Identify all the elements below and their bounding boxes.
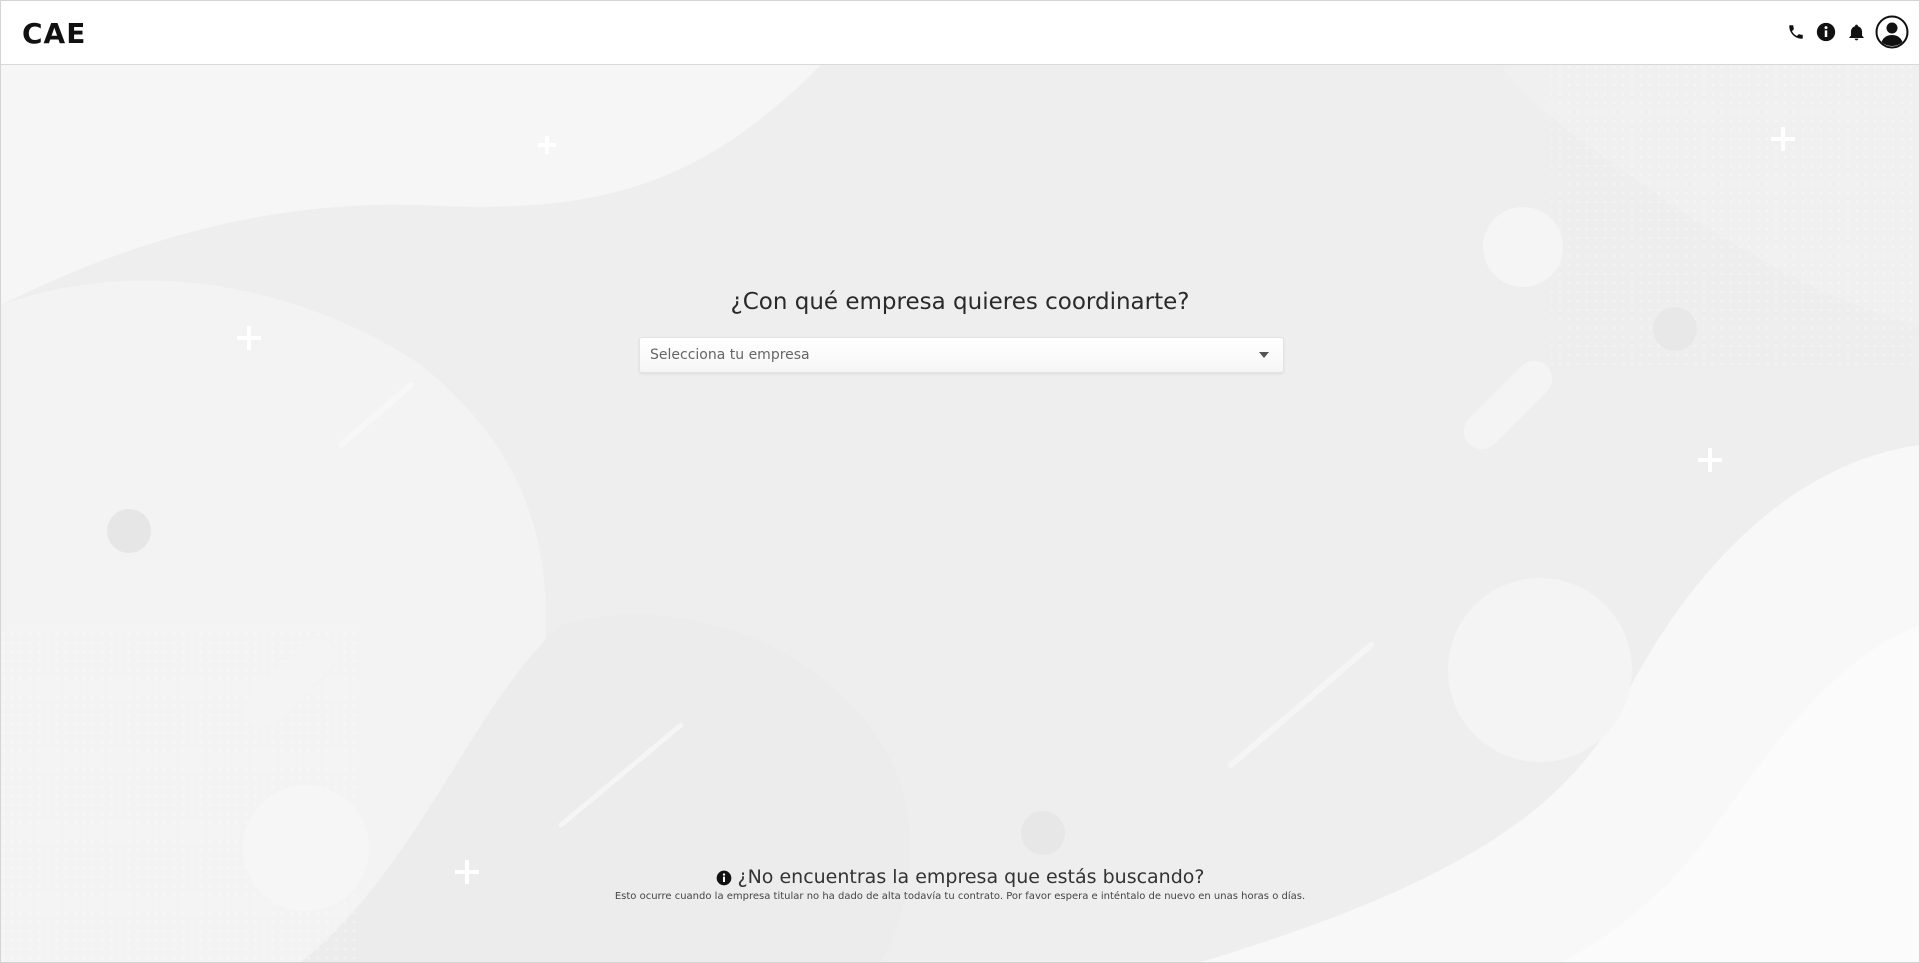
bell-icon[interactable] <box>1845 21 1867 43</box>
user-avatar-icon[interactable] <box>1875 15 1909 49</box>
header-actions <box>1785 15 1909 49</box>
chevron-down-icon <box>1259 352 1269 358</box>
not-found-heading: ¿No encuentras la empresa que estás busc… <box>1 866 1919 891</box>
phone-icon[interactable] <box>1785 21 1807 43</box>
main-content: ¿Con qué empresa quieres coordinarte? Se… <box>1 65 1919 962</box>
top-header: CAE <box>1 1 1919 65</box>
info-icon[interactable] <box>1815 21 1837 43</box>
company-select[interactable]: Selecciona tu empresa <box>639 337 1284 373</box>
app-frame: CAE ¿Con qué empresa quieres coordinarte… <box>0 0 1920 963</box>
company-select-placeholder: Selecciona tu empresa <box>650 347 810 363</box>
app-logo[interactable]: CAE <box>22 17 86 50</box>
not-found-title: ¿No encuentras la empresa que estás busc… <box>737 866 1205 888</box>
page-title: ¿Con qué empresa quieres coordinarte? <box>730 289 1190 315</box>
info-icon <box>716 869 732 886</box>
not-found-description: Esto ocurre cuando la empresa titular no… <box>614 891 1306 902</box>
